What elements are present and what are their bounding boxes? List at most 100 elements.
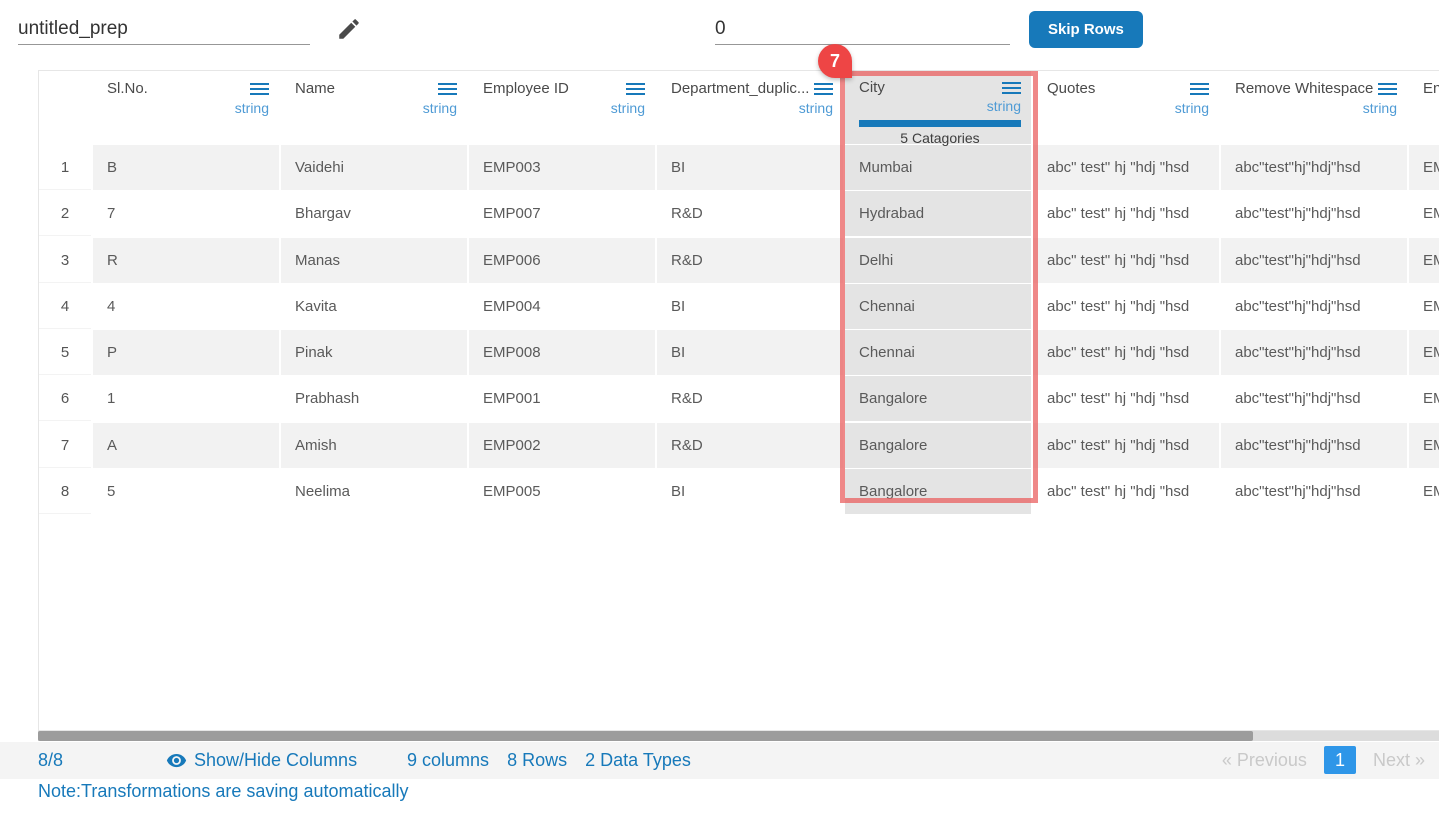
cell-name: Pinak [281, 330, 467, 375]
column-menu-icon[interactable] [438, 83, 457, 98]
column-menu-icon[interactable] [250, 83, 269, 98]
cell-remove-whitespace: abc"test"hj"hdj"hsd [1221, 423, 1407, 468]
row-number: 4 [39, 284, 91, 329]
column-header-top: Quotes [1047, 80, 1209, 98]
column-department-duplic: Department_duplic...stringBIR&DR&DBIBIR&… [657, 71, 843, 515]
columns-count-link[interactable]: 9 columns [407, 750, 489, 770]
column-name: Quotes [1047, 80, 1095, 97]
column-name: City [859, 79, 885, 96]
skip-rows-button[interactable]: Skip Rows [1029, 11, 1143, 48]
edit-name-button[interactable] [334, 15, 364, 45]
column-en: EnstringEMEMEMEMEMEMEMEM [1409, 71, 1439, 515]
cell-name: Bhargav [281, 191, 467, 236]
table-stats: 9 columns 8 Rows 2 Data Types [407, 742, 704, 779]
cell-remove-whitespace: abc"test"hj"hdj"hsd [1221, 145, 1407, 190]
rows-count-link[interactable]: 8 Rows [507, 750, 567, 770]
column-header-en[interactable]: En string [1409, 71, 1439, 144]
cell-sl-no: B [93, 145, 279, 190]
cell-remove-whitespace: abc"test"hj"hdj"hsd [1221, 238, 1407, 283]
cell-name: Kavita [281, 284, 467, 329]
cell-name: Prabhash [281, 376, 467, 421]
cell-name: Vaidehi [281, 145, 467, 190]
row-number: 5 [39, 330, 91, 375]
column-header-top: Sl.No. [107, 80, 269, 98]
row-number: 3 [39, 238, 91, 283]
show-hide-columns-button[interactable]: Show/Hide Columns [166, 742, 357, 779]
column-menu-icon[interactable] [1190, 83, 1209, 98]
current-page-button[interactable]: 1 [1324, 746, 1356, 774]
prep-name-input[interactable] [18, 13, 310, 45]
column-name: En [1423, 80, 1439, 97]
column-menu-icon[interactable] [626, 83, 645, 98]
cell-quotes: abc" test" hj "hdj "hsd [1033, 423, 1219, 468]
cell-sl-no: 7 [93, 191, 279, 236]
cell-en: EM [1409, 284, 1439, 329]
cell-employee-id: EMP001 [469, 376, 655, 421]
column-header-top: Employee ID [483, 80, 645, 98]
autosave-note: Note:Transformations are saving automati… [38, 779, 409, 803]
cell-sl-no: 4 [93, 284, 279, 329]
cell-sl-no: 5 [93, 469, 279, 514]
row-number-header [39, 71, 91, 144]
cell-name: Neelima [281, 469, 467, 514]
column-header-quotes[interactable]: Quotes string [1033, 71, 1219, 144]
cell-sl-no: 1 [93, 376, 279, 421]
previous-page-button[interactable]: « Previous [1222, 750, 1307, 770]
datatypes-count-link[interactable]: 2 Data Types [585, 750, 691, 770]
column-quotes: Quotesstringabc" test" hj "hdj "hsdabc" … [1033, 71, 1219, 515]
skip-rows-count-input[interactable] [715, 13, 1010, 45]
row-number: 1 [39, 145, 91, 190]
row-number: 6 [39, 376, 91, 421]
column-menu-icon[interactable] [814, 83, 833, 98]
cell-department-duplic: R&D [657, 191, 843, 236]
cell-name: Manas [281, 238, 467, 283]
column-name: Name string VaidehiBhargavManasKavitaPinak… [281, 71, 467, 515]
column-header-top: En [1423, 80, 1439, 98]
column-type-label: string [1047, 101, 1209, 116]
category-distribution-bar [859, 120, 1021, 127]
row-number-column: 12345678 [39, 71, 91, 515]
cell-name: Amish [281, 423, 467, 468]
rows-shown-indicator: 8/8 [38, 742, 63, 779]
pagination: « Previous 1 Next » [1222, 742, 1425, 779]
cell-en: EM [1409, 145, 1439, 190]
cell-en: EM [1409, 376, 1439, 421]
column-type-label: string [1423, 101, 1439, 116]
column-header-city[interactable]: Citystring5 Catagories [845, 71, 1031, 144]
cell-remove-whitespace: abc"test"hj"hdj"hsd [1221, 284, 1407, 329]
cell-employee-id: EMP006 [469, 238, 655, 283]
column-menu-icon[interactable] [1378, 83, 1397, 98]
cell-remove-whitespace: abc"test"hj"hdj"hsd [1221, 330, 1407, 375]
column-name: Sl.No. [107, 80, 148, 97]
column-menu-icon[interactable] [1002, 82, 1021, 97]
table-grid: 12345678Sl.No.stringB7R4P1A5NamestringVa… [39, 71, 1439, 515]
cell-quotes: abc" test" hj "hdj "hsd [1033, 191, 1219, 236]
column-header-employee-id[interactable]: Employee IDstring [469, 71, 655, 144]
footer-bar: 8/8 Show/Hide Columns 9 columns 8 Rows 2… [0, 742, 1439, 779]
column-header-top: Name [295, 80, 457, 98]
cell-city: Mumbai [845, 145, 1031, 190]
column-type-label: string [671, 101, 833, 116]
cell-en: EM [1409, 330, 1439, 375]
next-page-button[interactable]: Next » [1373, 750, 1425, 770]
cell-department-duplic: BI [657, 284, 843, 329]
column-header-remove-whitespace[interactable]: Remove Whitespacestring [1221, 71, 1407, 144]
column-header-sl-no[interactable]: Sl.No.string [93, 71, 279, 144]
horizontal-scrollbar-thumb[interactable] [38, 731, 1253, 741]
cell-department-duplic: R&D [657, 238, 843, 283]
column-type-label: string [295, 101, 457, 116]
cell-city: Bangalore [845, 469, 1031, 514]
cell-city: Delhi [845, 238, 1031, 283]
cell-city: Chennai [845, 330, 1031, 375]
column-header-name[interactable]: Name string [281, 71, 467, 144]
cell-quotes: abc" test" hj "hdj "hsd [1033, 376, 1219, 421]
cell-employee-id: EMP002 [469, 423, 655, 468]
row-number: 7 [39, 423, 91, 468]
cell-quotes: abc" test" hj "hdj "hsd [1033, 330, 1219, 375]
cell-city: Bangalore [845, 423, 1031, 468]
horizontal-scrollbar-track[interactable] [38, 731, 1439, 741]
cell-sl-no: A [93, 423, 279, 468]
column-header-department-duplic[interactable]: Department_duplic...string [657, 71, 843, 144]
cell-remove-whitespace: abc"test"hj"hdj"hsd [1221, 469, 1407, 514]
column-header-top: Department_duplic... [671, 80, 833, 98]
